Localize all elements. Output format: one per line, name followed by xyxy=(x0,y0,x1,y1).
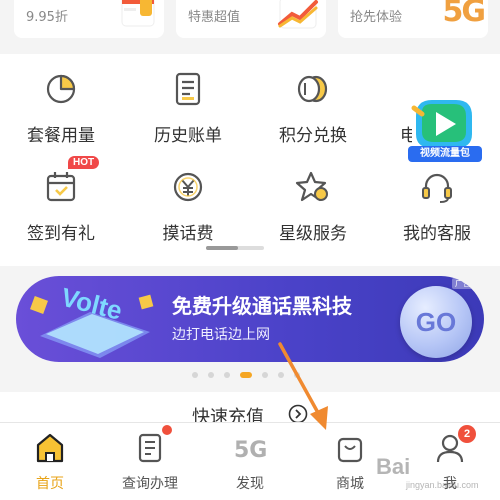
carousel-dot xyxy=(262,372,268,378)
carousel-dot xyxy=(208,372,214,378)
yuan-circle-icon xyxy=(173,172,203,202)
service-label: 星级服务 xyxy=(279,224,347,244)
nav-discover[interactable]: 5G 发现 xyxy=(200,423,300,500)
nav-label: 首页 xyxy=(36,476,64,492)
svg-text:Volte: Volte xyxy=(58,282,125,326)
calendar-card-icon xyxy=(121,0,155,27)
service-label: 历史账单 xyxy=(154,126,222,146)
bill-icon xyxy=(175,72,201,106)
promo-card-deal[interactable]: 特惠超值 xyxy=(176,0,326,38)
5g-discover-icon: 5G xyxy=(234,438,267,463)
service-customer-support[interactable]: 我的客服 xyxy=(382,168,492,244)
service-label: 签到有礼 xyxy=(27,224,95,244)
nav-label: 发现 xyxy=(236,476,264,492)
promo-row: 9.95折 特惠超值 抢先体验 5G xyxy=(0,0,500,42)
volte-illustration: Volte xyxy=(30,282,154,358)
hot-badge: HOT xyxy=(68,156,100,169)
service-checkin[interactable]: HOT 签到有礼 xyxy=(6,156,116,244)
nav-home[interactable]: 首页 xyxy=(0,423,100,500)
service-points-exchange[interactable]: 积分兑换 xyxy=(258,70,368,146)
watermark: Bai jingyan.baidu.com xyxy=(376,454,500,496)
promo-text: 9.95折 xyxy=(26,10,68,25)
star-service-icon xyxy=(295,171,328,202)
document-icon xyxy=(138,433,162,463)
banner-title: 免费升级通话黑科技 xyxy=(172,294,352,318)
video-play-icon xyxy=(411,100,472,148)
promo-text: 抢先体验 xyxy=(350,10,403,25)
service-package-usage[interactable]: 套餐用量 xyxy=(6,70,116,146)
banner-go-button[interactable]: GO xyxy=(400,286,472,358)
carousel-dot xyxy=(278,372,284,378)
carousel-dot-active xyxy=(240,372,252,378)
promo-card-discount[interactable]: 9.95折 xyxy=(14,0,164,38)
service-label: 摸话费 xyxy=(162,224,214,244)
watermark-sub: jingyan.baidu.com xyxy=(406,480,479,490)
notification-count-badge: 2 xyxy=(458,425,476,443)
promo-banner[interactable]: Volte 广告 免费升级通话黑科技 边打电话边上网 GO xyxy=(16,276,484,362)
carousel-dot xyxy=(294,372,300,378)
chevron-right-circle-icon xyxy=(288,404,308,424)
banner-subtitle: 边打电话边上网 xyxy=(172,327,270,343)
nav-label: 查询办理 xyxy=(122,476,178,492)
grid-page-indicator xyxy=(206,246,264,250)
service-call-credit[interactable]: 摸话费 xyxy=(133,168,243,244)
watermark-text: Bai xyxy=(376,454,411,479)
promo-card-5g[interactable]: 抢先体验 5G xyxy=(338,0,488,38)
service-label: 套餐用量 xyxy=(27,126,95,146)
carousel-dot xyxy=(224,372,230,378)
service-star-service[interactable]: 星级服务 xyxy=(258,168,368,244)
nav-query[interactable]: 查询办理 xyxy=(100,423,200,500)
5g-logo-icon: 5G xyxy=(442,0,486,29)
home-icon xyxy=(36,433,64,463)
float-video-widget[interactable]: 视频流量包 xyxy=(406,94,482,164)
coins-icon xyxy=(297,75,328,103)
carousel-dot xyxy=(192,372,198,378)
trend-up-icon xyxy=(278,0,318,29)
notification-dot xyxy=(162,425,172,435)
promo-text: 特惠超值 xyxy=(188,10,241,25)
svg-text:5G: 5G xyxy=(234,438,267,463)
service-label: 我的客服 xyxy=(403,224,471,244)
shopping-bag-icon xyxy=(337,437,363,463)
pie-chart-icon xyxy=(46,74,76,104)
float-widget-label: 视频流量包 xyxy=(408,146,482,162)
service-label: 积分兑换 xyxy=(279,126,347,146)
calendar-check-icon xyxy=(46,172,76,202)
ad-tag: 广告 xyxy=(452,278,474,289)
service-bill-history[interactable]: 历史账单 xyxy=(133,70,243,146)
headset-icon xyxy=(422,173,452,203)
